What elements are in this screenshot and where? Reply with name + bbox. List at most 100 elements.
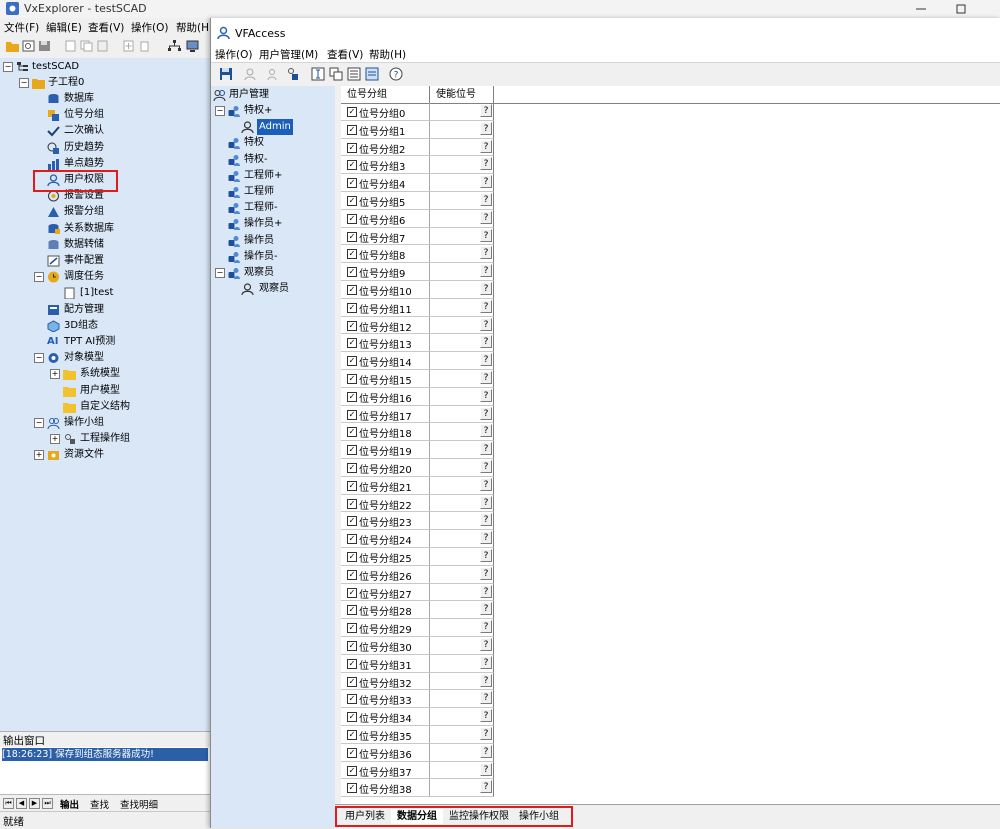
collapse-icon[interactable]: − bbox=[34, 272, 44, 283]
user-group-node[interactable]: 工程师- bbox=[215, 200, 333, 216]
enable-tag-button[interactable]: ? bbox=[480, 709, 492, 723]
group-checkbox[interactable]: ✓ bbox=[347, 213, 357, 224]
enable-tag-button[interactable]: ? bbox=[480, 175, 492, 189]
user-group-node[interactable]: 特权- bbox=[215, 152, 333, 168]
user-disabled-icon[interactable] bbox=[243, 67, 257, 81]
new-item-icon[interactable] bbox=[122, 40, 135, 52]
user-node[interactable]: Admin bbox=[241, 119, 331, 136]
group-checkbox[interactable]: ✓ bbox=[347, 107, 357, 117]
group-checkbox[interactable]: ✓ bbox=[347, 142, 357, 153]
text-field-icon[interactable] bbox=[311, 67, 325, 81]
user-group-node[interactable]: 操作员 bbox=[215, 233, 333, 249]
group-checkbox[interactable]: ✓ bbox=[347, 374, 357, 384]
enable-tag-button[interactable]: ? bbox=[480, 264, 492, 278]
group-checkbox[interactable]: ✓ bbox=[347, 178, 357, 189]
group-checkbox[interactable]: ✓ bbox=[347, 552, 357, 562]
tree-item[interactable]: + 系统模型 bbox=[50, 366, 200, 382]
group-checkbox[interactable]: ✓ bbox=[347, 569, 357, 580]
vx-menu-file[interactable]: 文件(F) bbox=[4, 20, 39, 35]
first-tab-icon[interactable]: ⏮ bbox=[3, 798, 14, 809]
enable-tag-button[interactable]: ? bbox=[480, 727, 492, 740]
enable-tag-button[interactable]: ? bbox=[480, 691, 492, 705]
enable-tag-button[interactable]: ? bbox=[480, 139, 492, 153]
user-group-node[interactable]: − 特权+ bbox=[215, 103, 333, 119]
group-checkbox[interactable]: ✓ bbox=[347, 249, 357, 260]
enable-tag-button[interactable]: ? bbox=[480, 353, 492, 367]
tree-item[interactable]: 配方管理 bbox=[34, 302, 200, 318]
enable-tag-button[interactable]: ? bbox=[480, 602, 492, 616]
help-icon[interactable]: ? bbox=[389, 67, 403, 81]
group-checkbox[interactable]: ✓ bbox=[347, 285, 357, 295]
output-line[interactable]: [18:26:23] 保存到组态服务器成功! bbox=[2, 748, 208, 761]
save-icon[interactable] bbox=[219, 67, 233, 81]
expand-icon[interactable]: + bbox=[50, 434, 60, 445]
preview-icon[interactable] bbox=[22, 40, 35, 52]
tree-item[interactable]: − 对象模型 bbox=[34, 350, 200, 366]
tab-data-group[interactable]: 数据分组 bbox=[391, 809, 443, 824]
user-group-node[interactable]: 特权 bbox=[215, 135, 333, 151]
col-header-enable[interactable]: 使能位号 bbox=[430, 86, 494, 103]
tree-item[interactable]: [1]test bbox=[50, 285, 200, 301]
last-tab-icon[interactable]: ⏭ bbox=[42, 798, 53, 809]
list-icon[interactable] bbox=[347, 67, 361, 81]
tree-item[interactable]: − 操作小组 bbox=[34, 415, 200, 431]
copy-icon[interactable] bbox=[80, 40, 93, 52]
enable-tag-button[interactable]: ? bbox=[480, 638, 492, 651]
user-group-node[interactable]: 工程师+ bbox=[215, 168, 333, 184]
vf-menu-user-manage[interactable]: 用户管理(M) bbox=[259, 47, 318, 62]
vx-menu-edit[interactable]: 编辑(E) bbox=[46, 20, 82, 35]
user-group-node[interactable]: − 观察员 bbox=[215, 265, 333, 281]
group-checkbox[interactable]: ✓ bbox=[347, 712, 357, 723]
details-icon[interactable] bbox=[365, 67, 379, 81]
vf-menu-view[interactable]: 查看(V) bbox=[327, 47, 363, 62]
maximize-icon[interactable] bbox=[954, 2, 968, 16]
collapse-icon[interactable]: − bbox=[34, 353, 44, 364]
group-checkbox[interactable]: ✓ bbox=[347, 765, 357, 776]
tree-item[interactable]: 3D组态 bbox=[34, 318, 200, 334]
vf-menu-help[interactable]: 帮助(H) bbox=[369, 47, 406, 62]
collapse-icon[interactable]: − bbox=[215, 106, 225, 116]
enable-tag-button[interactable]: ? bbox=[480, 424, 492, 438]
cut-icon[interactable] bbox=[64, 40, 77, 52]
enable-tag-button[interactable]: ? bbox=[480, 442, 492, 456]
user-tree-root[interactable]: 用户管理 bbox=[212, 87, 332, 103]
user-group-icon[interactable] bbox=[267, 67, 281, 81]
enable-tag-button[interactable]: ? bbox=[480, 299, 492, 313]
enable-tag-button[interactable]: ? bbox=[480, 584, 492, 598]
tree-item[interactable]: + 资源文件 bbox=[34, 447, 200, 463]
enable-tag-button[interactable]: ? bbox=[480, 121, 492, 135]
vx-menu-help[interactable]: 帮助(H bbox=[176, 20, 209, 35]
user-group-node[interactable]: 工程师 bbox=[215, 184, 333, 200]
group-checkbox[interactable]: ✓ bbox=[347, 587, 357, 598]
output-tab-find[interactable]: 查找 bbox=[90, 797, 109, 811]
tree-item[interactable]: 数据库 bbox=[34, 91, 200, 107]
enable-tag-button[interactable]: ? bbox=[480, 780, 492, 794]
tree-item[interactable]: − 调度任务 bbox=[34, 269, 200, 285]
enable-tag-button[interactable]: ? bbox=[480, 673, 492, 687]
enable-tag-button[interactable]: ? bbox=[480, 549, 492, 562]
vf-menu-operate[interactable]: 操作(O) bbox=[215, 47, 252, 62]
group-checkbox[interactable]: ✓ bbox=[347, 783, 357, 794]
prev-tab-icon[interactable]: ◀ bbox=[16, 798, 27, 809]
group-checkbox[interactable]: ✓ bbox=[347, 605, 357, 616]
expand-icon[interactable]: + bbox=[50, 369, 60, 380]
tree-item[interactable]: 报警分组 bbox=[34, 204, 200, 220]
group-checkbox[interactable]: ✓ bbox=[347, 302, 357, 313]
enable-tag-button[interactable]: ? bbox=[480, 210, 492, 224]
group-checkbox[interactable]: ✓ bbox=[347, 694, 357, 705]
enable-tag-button[interactable]: ? bbox=[480, 495, 492, 509]
group-checkbox[interactable]: ✓ bbox=[347, 534, 357, 545]
vx-menu-view[interactable]: 查看(V) bbox=[88, 20, 124, 35]
output-tab-find-detail[interactable]: 查找明细 bbox=[120, 797, 158, 811]
add-user-icon[interactable] bbox=[285, 67, 299, 81]
group-checkbox[interactable]: ✓ bbox=[347, 623, 357, 634]
group-checkbox[interactable]: ✓ bbox=[347, 747, 357, 758]
col-header-group[interactable]: 位号分组 bbox=[341, 86, 430, 103]
enable-tag-button[interactable]: ? bbox=[480, 620, 492, 634]
collapse-icon[interactable]: − bbox=[34, 418, 44, 428]
enable-tag-button[interactable]: ? bbox=[480, 566, 492, 580]
user-group-node[interactable]: 操作员+ bbox=[215, 216, 333, 232]
group-checkbox[interactable]: ✓ bbox=[347, 320, 357, 331]
tree-item[interactable]: 自定义结构 bbox=[50, 399, 200, 415]
group-checkbox[interactable]: ✓ bbox=[347, 516, 357, 527]
